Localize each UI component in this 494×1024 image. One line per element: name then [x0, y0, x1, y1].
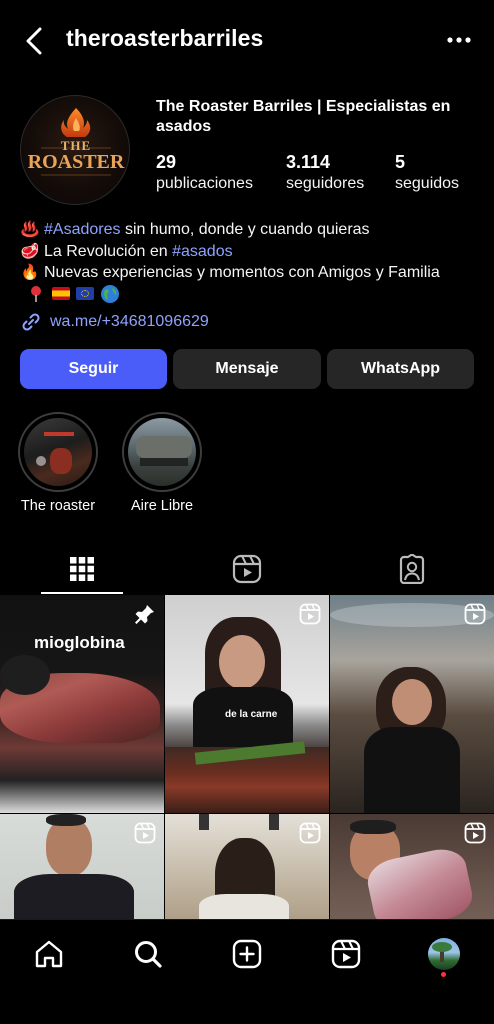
profile-tabs — [0, 545, 494, 595]
reels-icon — [232, 554, 262, 584]
nav-home[interactable] — [29, 934, 69, 974]
message-button[interactable]: Mensaje — [173, 349, 321, 389]
stat-following-label: seguidos — [395, 175, 460, 192]
tab-grid[interactable] — [0, 545, 164, 593]
stat-posts-label: publicaciones — [156, 175, 253, 192]
post-thumbnail — [364, 727, 460, 813]
post-thumbnail — [269, 814, 279, 830]
profile-avatar[interactable]: THE ROASTER — [20, 95, 130, 205]
profile-link[interactable]: wa.me/+34681096629 — [20, 311, 209, 333]
post-thumbnail — [46, 814, 86, 826]
reels-badge-icon — [299, 822, 321, 844]
highlight-aire-libre[interactable]: Aire Libre — [122, 412, 202, 514]
hot-springs-icon: ♨️ — [20, 221, 40, 238]
profile-bio: ♨️ #Asadores sin humo, donde y cuando qu… — [20, 219, 480, 304]
profile-avatar-small — [428, 938, 460, 970]
back-arrow-icon[interactable] — [22, 26, 48, 56]
add-post-icon — [232, 939, 262, 969]
link-icon — [22, 313, 40, 331]
post-tile[interactable] — [330, 595, 494, 813]
reels-badge-icon — [464, 822, 486, 844]
post-tile[interactable]: mioglobina — [0, 595, 164, 813]
post-thumbnail — [14, 874, 134, 920]
reels-badge-icon — [299, 603, 321, 625]
profile-username: theroasterbarriles — [66, 25, 264, 51]
highlight-label: Aire Libre — [130, 498, 194, 514]
post-thumbnail — [199, 894, 289, 920]
highlight-thumbnail — [128, 418, 196, 486]
stat-posts[interactable]: 29 publicaciones — [156, 151, 253, 195]
reels-badge-icon — [464, 603, 486, 625]
stat-following-count: 5 — [395, 152, 406, 172]
bio-line-2: 🥩 La Revolución en #asados — [20, 241, 480, 263]
nav-search[interactable] — [128, 934, 168, 974]
notification-dot — [441, 972, 446, 977]
stat-followers-label: seguidores — [286, 175, 365, 192]
reels-badge-icon — [134, 822, 156, 844]
bio-line-1: ♨️ #Asadores sin humo, donde y cuando qu… — [20, 219, 480, 241]
posts-grid: mioglobina de la carne — [0, 595, 494, 920]
nav-create[interactable] — [227, 934, 267, 974]
highlight-ring — [122, 412, 202, 492]
logo-text-roaster: ROASTER — [27, 151, 125, 173]
nav-profile[interactable] — [424, 934, 464, 974]
eu-flag-icon — [76, 287, 94, 300]
globe-icon — [101, 284, 119, 303]
bio-text-3: Nuevas experiencias y momentos con Amigo… — [44, 264, 440, 281]
bio-text-2: La Revolución en — [44, 242, 173, 260]
nav-reels[interactable] — [326, 934, 366, 974]
highlight-ring — [18, 412, 98, 492]
tab-reels[interactable] — [165, 545, 329, 593]
link-text: wa.me/+34681096629 — [50, 313, 209, 330]
fire-icon: 🔥 — [20, 264, 40, 281]
highlight-the-roaster[interactable]: The roaster — [18, 412, 98, 514]
tagged-person-icon — [399, 554, 425, 584]
post-tile[interactable]: de la carne — [165, 595, 329, 813]
bio-line-4 — [20, 284, 480, 304]
post-overlay-text: de la carne — [225, 709, 278, 720]
post-thumbnail — [392, 679, 432, 725]
top-bar: theroasterbarriles — [0, 0, 494, 80]
follow-button[interactable]: Seguir — [20, 349, 167, 389]
hashtag-asados[interactable]: #asados — [172, 241, 233, 263]
stat-following[interactable]: 5 seguidos — [395, 151, 459, 195]
highlight-label: The roaster — [20, 498, 96, 514]
post-tile[interactable] — [330, 814, 494, 920]
highlight-thumbnail — [24, 418, 92, 486]
search-icon — [135, 941, 162, 968]
post-tile[interactable] — [165, 814, 329, 920]
whatsapp-button[interactable]: WhatsApp — [327, 349, 474, 389]
home-icon — [35, 940, 63, 968]
grid-icon — [70, 557, 94, 581]
bio-text-1: sin humo, donde y cuando quieras — [120, 221, 370, 238]
meat-icon: 🥩 — [20, 242, 40, 260]
reels-icon — [331, 939, 361, 969]
post-tile[interactable] — [0, 814, 164, 920]
bio-line-3: 🔥 Nuevas experiencias y momentos con Ami… — [20, 262, 480, 284]
pinned-icon — [135, 605, 154, 624]
active-tab-indicator — [41, 592, 123, 594]
stat-followers[interactable]: 3.114 seguidores — [286, 151, 364, 195]
post-overlay-text: mioglobina — [34, 633, 125, 652]
more-options-icon[interactable] — [446, 30, 472, 50]
tab-tagged[interactable] — [330, 545, 494, 593]
spain-flag-icon — [52, 287, 70, 300]
post-thumbnail — [219, 635, 265, 689]
post-thumbnail — [350, 820, 396, 834]
hashtag-asadores[interactable]: #Asadores — [44, 219, 121, 241]
post-thumbnail — [199, 814, 209, 830]
post-thumbnail — [46, 818, 92, 876]
stat-posts-count: 29 — [156, 152, 177, 172]
post-thumbnail — [0, 655, 50, 695]
profile-display-name: The Roaster Barriles | Especialistas en … — [156, 98, 451, 135]
pin-icon — [31, 285, 41, 302]
bottom-navigation — [0, 919, 494, 1024]
stat-followers-count: 3.114 — [286, 152, 331, 172]
